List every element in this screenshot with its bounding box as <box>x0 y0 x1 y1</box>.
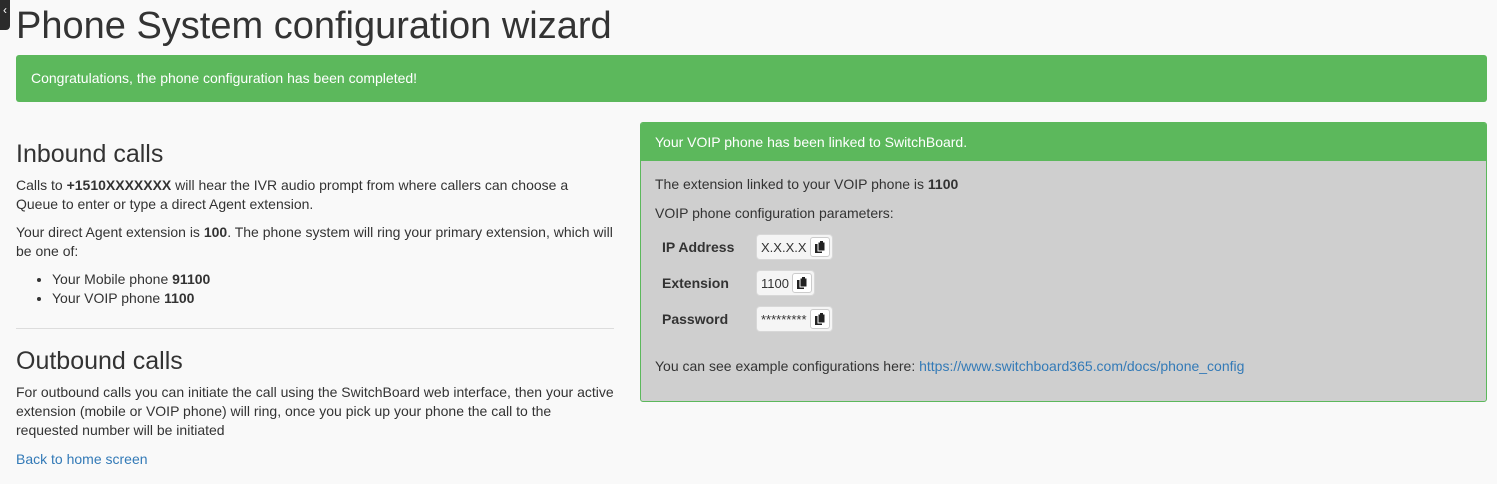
ip-address-value-chip: X.X.X.X <box>756 234 833 260</box>
copy-ip-button[interactable] <box>809 237 830 257</box>
sidebar-collapse-toggle[interactable]: ‹ <box>0 0 10 30</box>
password-cell: ********* <box>749 301 840 337</box>
password-label: Password <box>662 311 729 327</box>
mobile-value: 91100 <box>172 271 211 287</box>
mobile-label: Your Mobile phone <box>52 271 173 287</box>
param-row-ip: IP Address X.X.X.X <box>655 229 840 265</box>
param-row-password: Password ********* <box>655 301 840 337</box>
list-item-voip: Your VOIP phone 1100 <box>52 289 614 308</box>
extension-label: Extension <box>662 275 729 291</box>
agent-extension-value: 100 <box>203 224 228 240</box>
extension-value: 1100 <box>761 275 789 291</box>
linked-extension-value: 1100 <box>927 176 959 192</box>
copy-extension-button[interactable] <box>791 273 812 293</box>
example-configs-link[interactable]: https://www.switchboard365.com/docs/phon… <box>919 358 1244 374</box>
linked-extension-prefix: The extension linked to your VOIP phone … <box>655 176 928 192</box>
primary-extension-list: Your Mobile phone 91100 Your VOIP phone … <box>16 270 614 308</box>
outbound-description: For outbound calls you can initiate the … <box>16 384 614 438</box>
page-title: Phone System configuration wizard <box>16 5 612 47</box>
back-to-home-link[interactable]: Back to home screen <box>16 451 148 467</box>
ip-address-cell: X.X.X.X <box>749 229 840 265</box>
success-alert: Congratulations, the phone configuration… <box>16 55 1487 102</box>
inbound-phone-number: +1510XXXXXXX <box>66 177 172 193</box>
section-divider <box>16 328 614 329</box>
config-params-table: IP Address X.X.X.X Extension 1100 Passwo… <box>655 229 840 337</box>
agent-text-prefix: Your direct Agent extension is <box>16 224 204 240</box>
ip-address-value: X.X.X.X <box>761 239 807 255</box>
inbound-heading: Inbound calls <box>16 140 164 168</box>
ip-address-label: IP Address <box>662 239 735 255</box>
copy-password-button[interactable] <box>809 309 830 329</box>
example-configs-text: You can see example configurations here:… <box>655 357 1472 376</box>
example-configs-prefix: You can see example configurations here: <box>655 358 920 374</box>
inbound-text-prefix: Calls to <box>16 177 67 193</box>
voip-panel-body: The extension linked to your VOIP phone … <box>641 161 1486 390</box>
param-row-extension: Extension 1100 <box>655 265 840 301</box>
password-value: ********* <box>761 311 807 327</box>
inbound-description: Calls to +1510XXXXXXX will hear the IVR … <box>16 176 614 214</box>
success-alert-text: Congratulations, the phone configuration… <box>31 70 418 86</box>
copy-clipboard-icon <box>814 312 826 325</box>
linked-extension-text: The extension linked to your VOIP phone … <box>655 175 1472 194</box>
agent-extension-description: Your direct Agent extension is 100. The … <box>16 223 614 261</box>
config-params-label: VOIP phone configuration parameters: <box>655 205 894 221</box>
copy-clipboard-icon <box>796 276 808 289</box>
outbound-heading: Outbound calls <box>16 347 183 375</box>
copy-clipboard-icon <box>814 240 826 253</box>
voip-label: Your VOIP phone <box>52 290 165 306</box>
list-item-mobile: Your Mobile phone 91100 <box>52 270 614 289</box>
extension-cell: 1100 <box>749 265 840 301</box>
extension-value-chip: 1100 <box>756 270 815 296</box>
chevron-left-icon: ‹ <box>3 3 7 17</box>
voip-value: 1100 <box>164 290 195 306</box>
voip-panel: Your VOIP phone has been linked to Switc… <box>640 122 1487 402</box>
password-value-chip: ********* <box>756 306 833 332</box>
left-column: Inbound calls Calls to +1510XXXXXXX will… <box>16 138 614 469</box>
voip-panel-heading: Your VOIP phone has been linked to Switc… <box>641 123 1486 161</box>
